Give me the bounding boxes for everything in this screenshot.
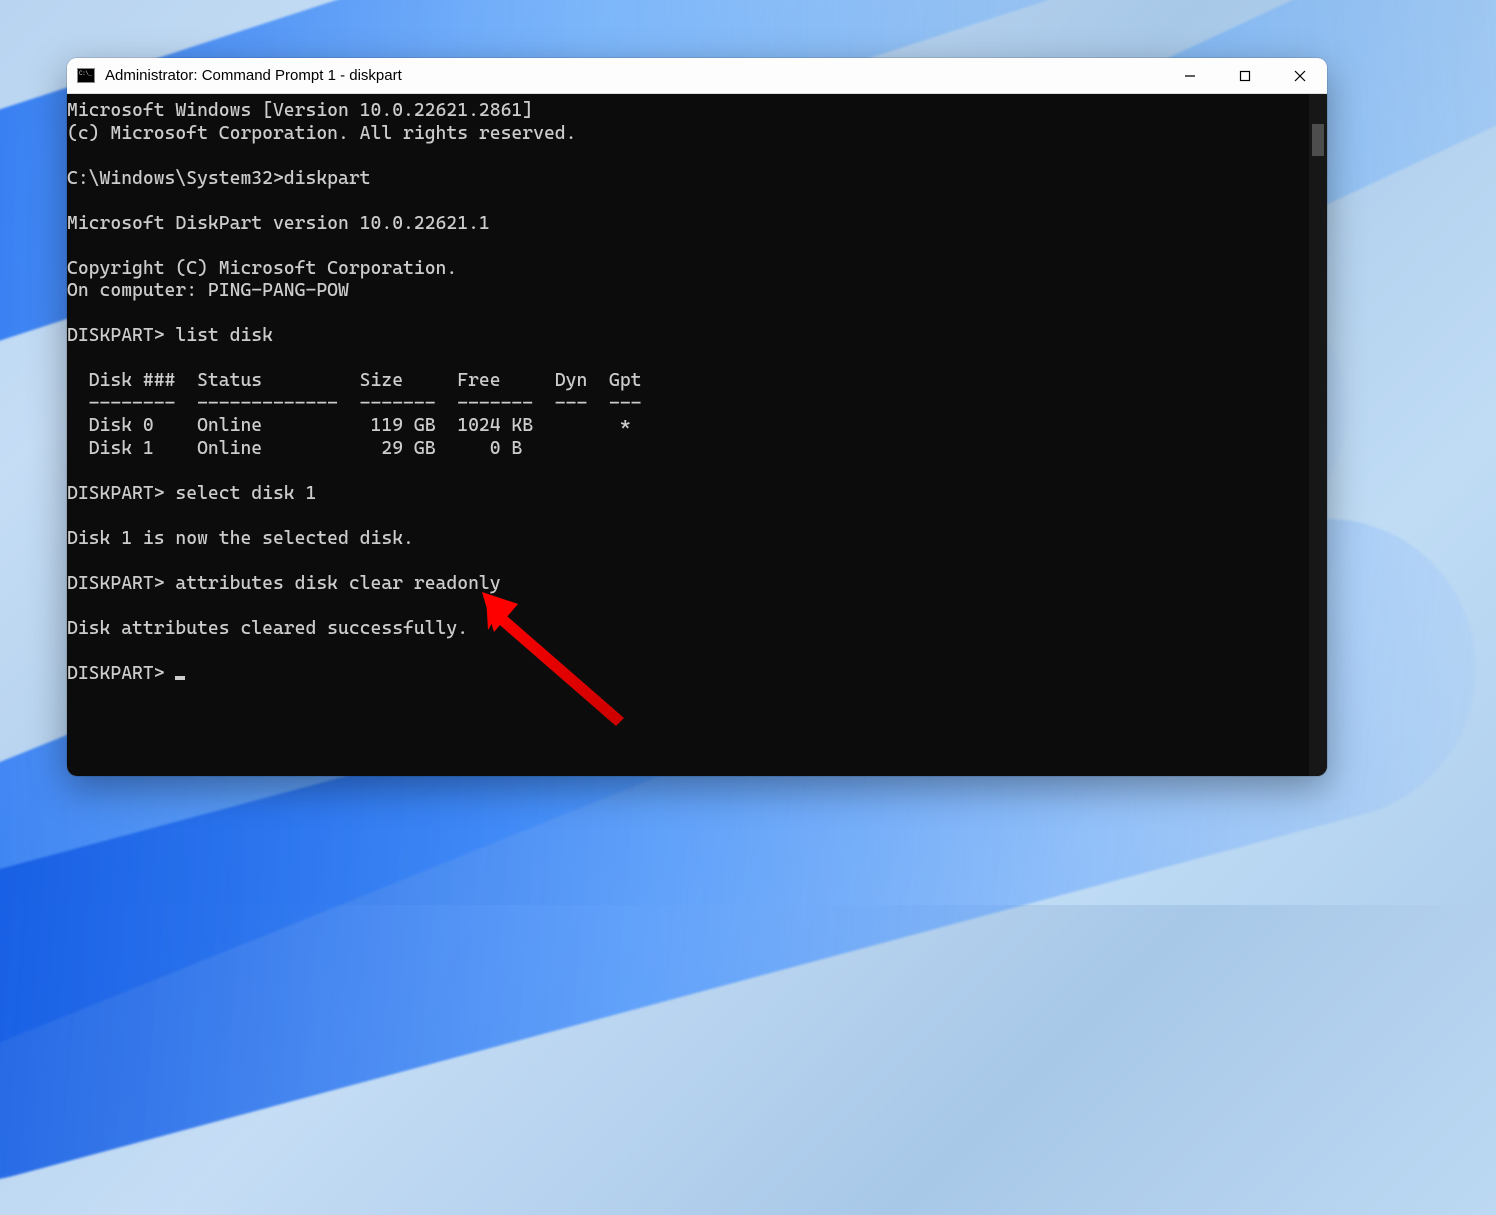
scrollbar-track[interactable] (1309, 94, 1327, 776)
minimize-button[interactable] (1162, 58, 1217, 94)
maximize-icon (1239, 70, 1251, 82)
terminal-output[interactable]: Microsoft Windows [Version 10.0.22621.28… (67, 94, 1309, 776)
titlebar[interactable]: Administrator: Command Prompt 1 - diskpa… (67, 58, 1327, 94)
scrollbar-thumb[interactable] (1312, 124, 1324, 156)
terminal-area[interactable]: Microsoft Windows [Version 10.0.22621.28… (67, 94, 1327, 776)
minimize-icon (1184, 70, 1196, 82)
close-button[interactable] (1272, 58, 1327, 94)
cmd-icon (77, 68, 95, 83)
cursor (175, 676, 185, 680)
close-icon (1294, 70, 1306, 82)
window-controls (1162, 58, 1327, 94)
window-title: Administrator: Command Prompt 1 - diskpa… (105, 67, 402, 84)
cmd-window: Administrator: Command Prompt 1 - diskpa… (67, 58, 1327, 776)
maximize-button[interactable] (1217, 58, 1272, 94)
